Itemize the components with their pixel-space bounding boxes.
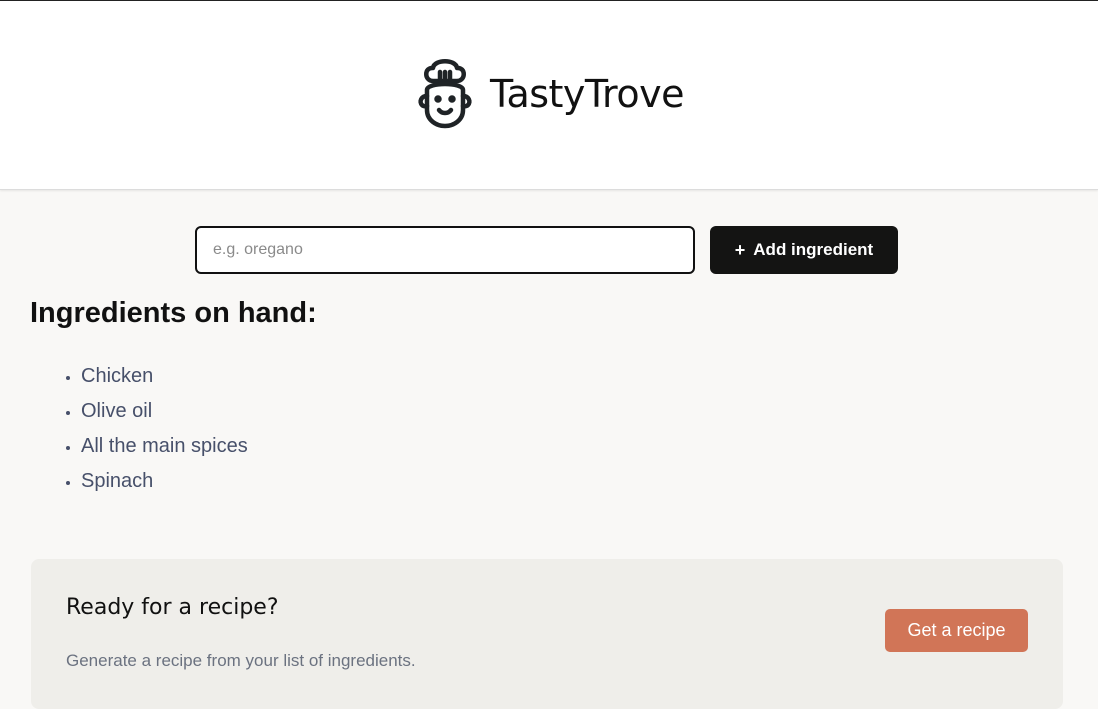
ingredients-title: Ingredients on hand: bbox=[30, 297, 317, 329]
recipe-cta-description: Generate a recipe from your list of ingr… bbox=[66, 651, 416, 670]
plus-icon: + bbox=[734, 239, 746, 260]
add-ingredient-form: + Add ingredient bbox=[195, 226, 898, 274]
recipe-cta-card: Ready for a recipe? Generate a recipe fr… bbox=[31, 559, 1063, 709]
add-ingredient-label: Add ingredient bbox=[753, 240, 874, 259]
recipe-cta-heading: Ready for a recipe? bbox=[66, 595, 279, 620]
site-header: TastyTrove bbox=[0, 1, 1098, 190]
add-ingredient-button[interactable]: + Add ingredient bbox=[710, 226, 898, 274]
list-item: Olive oil bbox=[81, 395, 248, 430]
brand-name: TastyTrove bbox=[490, 72, 684, 116]
get-recipe-button[interactable]: Get a recipe bbox=[885, 609, 1028, 652]
ingredient-list: Chicken Olive oil All the main spices Sp… bbox=[30, 360, 248, 500]
ingredient-input[interactable] bbox=[195, 226, 695, 274]
list-item: Spinach bbox=[81, 465, 248, 500]
list-item: All the main spices bbox=[81, 430, 248, 465]
chef-face-icon bbox=[418, 59, 472, 129]
list-item: Chicken bbox=[81, 360, 248, 395]
brand[interactable]: TastyTrove bbox=[414, 58, 684, 130]
